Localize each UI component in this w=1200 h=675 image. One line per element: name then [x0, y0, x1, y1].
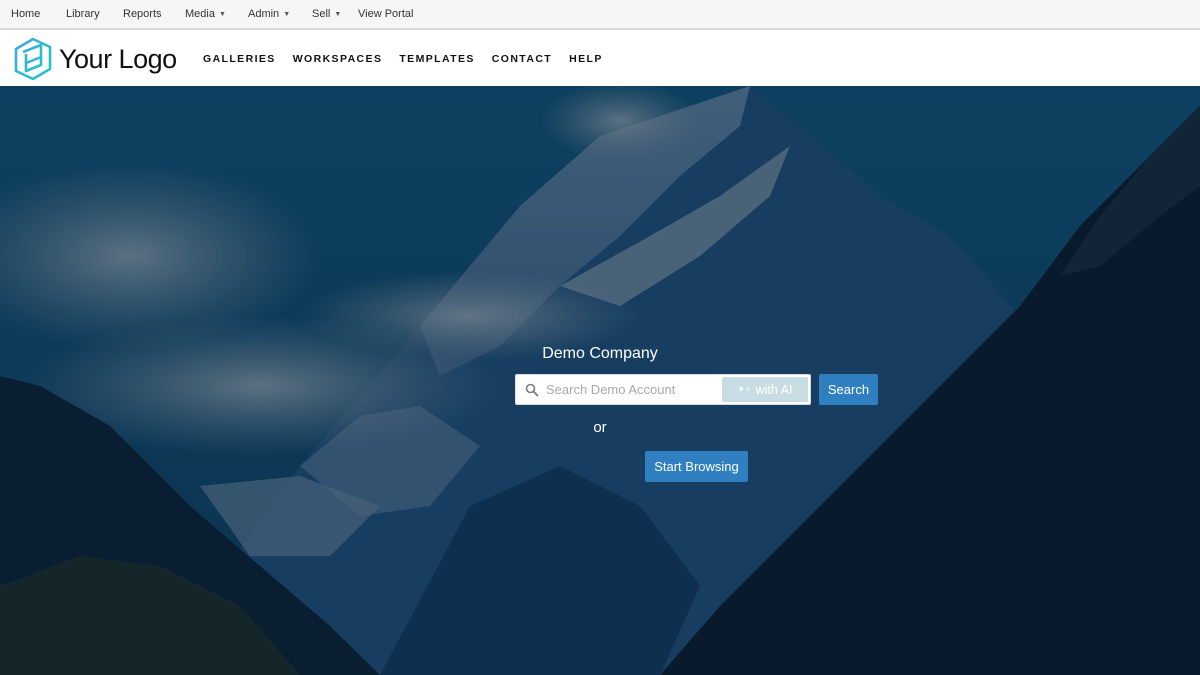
company-name: Demo Company — [542, 345, 658, 362]
utility-nav-home[interactable]: Home — [11, 8, 66, 20]
utility-nav-label: Sell — [312, 8, 331, 20]
utility-nav-label: Media — [185, 8, 215, 20]
hero-banner: Demo Company ✦✧ with AI Search or Start … — [0, 86, 1200, 675]
utility-nav-sell[interactable]: Sell ▼ — [312, 8, 358, 20]
utility-nav-label: View Portal — [358, 8, 414, 20]
utility-nav-label: Reports — [123, 8, 162, 20]
nav-help[interactable]: HELP — [569, 53, 603, 65]
or-divider-text: or — [593, 419, 607, 436]
utility-nav-library[interactable]: Library — [66, 8, 123, 20]
utility-nav-media[interactable]: Media ▼ — [185, 8, 248, 20]
utility-nav-view-portal[interactable]: View Portal — [358, 8, 413, 20]
hero-content: Demo Company ✦✧ with AI Search or Start … — [0, 86, 1200, 675]
start-browsing-button[interactable]: Start Browsing — [645, 451, 748, 482]
ai-button-label: with AI — [755, 382, 793, 397]
start-browsing-label: Start Browsing — [654, 459, 739, 474]
utility-nav-bar: Home Library Reports Media ▼ Admin ▼ Sel… — [0, 0, 1200, 30]
caret-down-icon: ▼ — [283, 10, 291, 18]
search-button-label: Search — [827, 382, 870, 397]
nav-contact[interactable]: CONTACT — [492, 53, 552, 65]
logo-text: Your Logo — [59, 43, 177, 74]
nav-templates[interactable]: TEMPLATES — [399, 53, 474, 65]
utility-nav-label: Library — [66, 8, 100, 20]
search-input[interactable] — [546, 375, 722, 404]
utility-nav-label: Home — [11, 8, 41, 20]
sparkle-icon: ✦✧ — [737, 384, 752, 394]
cube-logo-icon — [14, 37, 52, 81]
main-header: Your Logo GALLERIES WORKSPACES TEMPLATES… — [0, 30, 1200, 86]
logo[interactable]: Your Logo — [14, 37, 177, 81]
utility-nav-reports[interactable]: Reports — [123, 8, 185, 20]
utility-nav-label: Admin — [248, 8, 280, 20]
search-box: ✦✧ with AI — [515, 374, 811, 405]
nav-galleries[interactable]: GALLERIES — [203, 53, 276, 65]
caret-down-icon: ▼ — [334, 10, 342, 18]
nav-workspaces[interactable]: WORKSPACES — [293, 53, 383, 65]
search-button[interactable]: Search — [819, 374, 878, 405]
search-with-ai-button[interactable]: ✦✧ with AI — [722, 377, 808, 402]
caret-down-icon: ▼ — [218, 10, 226, 18]
utility-nav-admin[interactable]: Admin ▼ — [248, 8, 312, 20]
main-nav: GALLERIES WORKSPACES TEMPLATES CONTACT H… — [203, 53, 620, 65]
search-icon — [525, 383, 539, 397]
